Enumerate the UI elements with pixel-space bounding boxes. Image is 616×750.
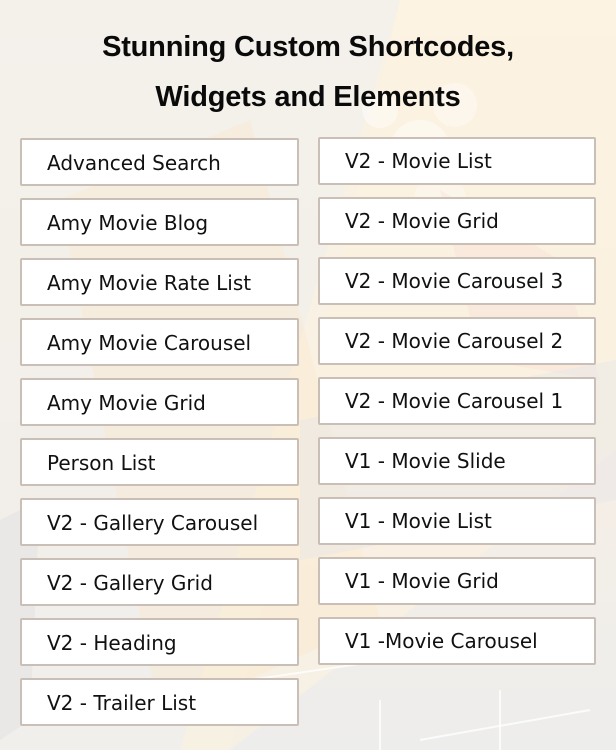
list-item-v2-gallery-carousel[interactable]: V2 - Gallery Carousel — [20, 498, 299, 546]
heading-line-1: Stunning Custom Shortcodes, — [102, 31, 514, 63]
list-item-v2-movie-carousel-2[interactable]: V2 - Movie Carousel 2 — [318, 317, 596, 365]
list-item-v1-movie-slide[interactable]: V1 - Movie Slide — [318, 437, 596, 485]
list-item-v2-movie-carousel-3[interactable]: V2 - Movie Carousel 3 — [318, 257, 596, 305]
list-item-v1-movie-grid[interactable]: V1 - Movie Grid — [318, 557, 596, 605]
list-item-v2-movie-list[interactable]: V2 - Movie List — [318, 137, 596, 185]
list-item-amy-movie-grid[interactable]: Amy Movie Grid — [20, 378, 299, 426]
list-item-v1-movie-list[interactable]: V1 - Movie List — [318, 497, 596, 545]
list-item-v2-movie-carousel-1[interactable]: V2 - Movie Carousel 1 — [318, 377, 596, 425]
page-heading: Stunning Custom Shortcodes, Widgets and … — [0, 22, 616, 122]
list-item-amy-movie-rate-list[interactable]: Amy Movie Rate List — [20, 258, 299, 306]
list-item-amy-movie-carousel[interactable]: Amy Movie Carousel — [20, 318, 299, 366]
list-item-v2-gallery-grid[interactable]: V2 - Gallery Grid — [20, 558, 299, 606]
right-column-list: V2 - Movie List V2 - Movie Grid V2 - Mov… — [318, 137, 596, 677]
list-item-person-list[interactable]: Person List — [20, 438, 299, 486]
list-item-advanced-search[interactable]: Advanced Search — [20, 138, 299, 186]
list-item-v2-heading[interactable]: V2 - Heading — [20, 618, 299, 666]
heading-line-2: Widgets and Elements — [155, 81, 461, 113]
list-item-amy-movie-blog[interactable]: Amy Movie Blog — [20, 198, 299, 246]
list-item-v2-trailer-list[interactable]: V2 - Trailer List — [20, 678, 299, 726]
list-item-v1-movie-carousel[interactable]: V1 -Movie Carousel — [318, 617, 596, 665]
left-column-list: Advanced Search Amy Movie Blog Amy Movie… — [20, 138, 299, 738]
list-item-v2-movie-grid[interactable]: V2 - Movie Grid — [318, 197, 596, 245]
